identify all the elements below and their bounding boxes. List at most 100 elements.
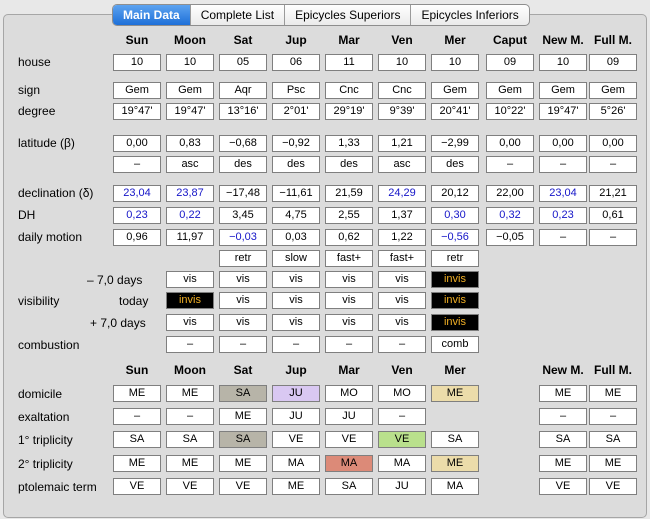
sign-cell: Aqr bbox=[219, 82, 267, 99]
house-cell: 06 bbox=[272, 54, 320, 71]
column-header: Mar bbox=[338, 363, 360, 377]
latitude-cell: 1,21 bbox=[378, 135, 426, 152]
lat-dir-cell: – bbox=[486, 156, 534, 173]
degree-cell: 20°41' bbox=[431, 103, 479, 120]
degree-cell: 19°47' bbox=[539, 103, 587, 120]
sign-cell: Gem bbox=[486, 82, 534, 99]
column-header: Sat bbox=[233, 33, 253, 47]
dh-cell: 0,61 bbox=[589, 207, 637, 224]
domicile-cell: MO bbox=[325, 385, 373, 402]
row-label-ptolemaic: ptolemaic term bbox=[18, 480, 97, 494]
trip1-cell: SA bbox=[219, 431, 267, 448]
exaltation-cell: ME bbox=[219, 408, 267, 425]
tab-bar: Main Data Complete List Epicycles Superior… bbox=[112, 4, 530, 26]
tab-epicycles-inferiors[interactable]: Epicycles Inferiors bbox=[410, 5, 528, 25]
sign-cell: Gem bbox=[113, 82, 161, 99]
house-cell: 09 bbox=[486, 54, 534, 71]
daily-cell: 0,03 bbox=[272, 229, 320, 246]
daily-cell: 0,96 bbox=[113, 229, 161, 246]
exaltation-cell: – bbox=[113, 408, 161, 425]
trip2-cell: ME bbox=[219, 455, 267, 472]
degree-cell: 19°47' bbox=[166, 103, 214, 120]
row-label-combustion: combustion bbox=[18, 338, 80, 352]
latitude-cell: −2,99 bbox=[431, 135, 479, 152]
row-label-exaltation: exaltation bbox=[18, 410, 70, 424]
dh-cell: 2,55 bbox=[325, 207, 373, 224]
exaltation-cell: JU bbox=[325, 408, 373, 425]
degree-cell: 13°16' bbox=[219, 103, 267, 120]
dh-cell: 3,45 bbox=[219, 207, 267, 224]
tab-complete-list[interactable]: Complete List bbox=[189, 5, 284, 25]
dh-cell: 4,75 bbox=[272, 207, 320, 224]
ptolemaic-cell: VE bbox=[589, 478, 637, 495]
sign-cell: Cnc bbox=[378, 82, 426, 99]
tab-epicycles-superiors[interactable]: Epicycles Superiors bbox=[284, 5, 410, 25]
house-cell: 09 bbox=[589, 54, 637, 71]
lat-dir-cell: asc bbox=[378, 156, 426, 173]
visibility-cell: vis bbox=[272, 271, 320, 288]
ptolemaic-cell: VE bbox=[219, 478, 267, 495]
daily-cell: – bbox=[539, 229, 587, 246]
combustion-cell: – bbox=[325, 336, 373, 353]
daily-cell: – bbox=[589, 229, 637, 246]
house-cell: 10 bbox=[113, 54, 161, 71]
sign-cell: Psc bbox=[272, 82, 320, 99]
combustion-cell: – bbox=[272, 336, 320, 353]
house-cell: 10 bbox=[431, 54, 479, 71]
daily-cell: −0,56 bbox=[431, 229, 479, 246]
sign-cell: Cnc bbox=[325, 82, 373, 99]
degree-cell: 2°01' bbox=[272, 103, 320, 120]
declination-cell: −17,48 bbox=[219, 185, 267, 202]
trip2-cell: MA bbox=[325, 455, 373, 472]
column-header: Sun bbox=[125, 363, 149, 377]
motion-state-cell: fast+ bbox=[378, 250, 426, 267]
declination-cell: 21,21 bbox=[589, 185, 637, 202]
row-label-declination: declination (δ) bbox=[18, 186, 94, 200]
exaltation-cell: – bbox=[166, 408, 214, 425]
lat-dir-cell: des bbox=[325, 156, 373, 173]
row-label-sign: sign bbox=[18, 83, 41, 97]
dh-cell: 0,23 bbox=[113, 207, 161, 224]
visibility-cell: vis bbox=[272, 292, 320, 309]
daily-cell: −0,03 bbox=[219, 229, 267, 246]
exaltation-cell: – bbox=[589, 408, 637, 425]
column-header: Mar bbox=[338, 33, 360, 47]
row-label-dh: DH bbox=[18, 208, 36, 222]
ptolemaic-cell: VE bbox=[539, 478, 587, 495]
column-header: Ven bbox=[391, 363, 413, 377]
row-label-today: today bbox=[119, 294, 149, 308]
degree-cell: 19°47' bbox=[113, 103, 161, 120]
sign-cell: Gem bbox=[589, 82, 637, 99]
latitude-cell: 0,00 bbox=[539, 135, 587, 152]
row-label-plus7: + 7,0 days bbox=[90, 316, 146, 330]
row-label-trip2: 2° triplicity bbox=[18, 457, 73, 471]
degree-cell: 29°19' bbox=[325, 103, 373, 120]
visibility-cell: vis bbox=[166, 314, 214, 331]
visibility-cell: vis bbox=[325, 292, 373, 309]
degree-cell: 5°26' bbox=[589, 103, 637, 120]
row-label-degree: degree bbox=[18, 104, 56, 118]
tab-main-data[interactable]: Main Data bbox=[113, 5, 190, 25]
visibility-cell: invis bbox=[431, 271, 479, 288]
column-header: Sun bbox=[125, 33, 149, 47]
degree-cell: 9°39' bbox=[378, 103, 426, 120]
row-label-visibility: visibility bbox=[18, 294, 60, 308]
ptolemaic-cell: SA bbox=[325, 478, 373, 495]
row-label-house: house bbox=[18, 55, 51, 69]
column-header: Full M. bbox=[594, 33, 632, 47]
column-header: Mer bbox=[444, 33, 466, 47]
lat-dir-cell: des bbox=[431, 156, 479, 173]
trip1-cell: VE bbox=[378, 431, 426, 448]
ptolemaic-cell: JU bbox=[378, 478, 426, 495]
house-cell: 05 bbox=[219, 54, 267, 71]
declination-cell: 21,59 bbox=[325, 185, 373, 202]
combustion-cell: – bbox=[378, 336, 426, 353]
sign-cell: Gem bbox=[431, 82, 479, 99]
dh-cell: 1,37 bbox=[378, 207, 426, 224]
latitude-cell: 0,83 bbox=[166, 135, 214, 152]
trip2-cell: ME bbox=[589, 455, 637, 472]
house-cell: 10 bbox=[378, 54, 426, 71]
exaltation-cell: – bbox=[378, 408, 426, 425]
domicile-cell: ME bbox=[166, 385, 214, 402]
column-header: Mer bbox=[444, 363, 466, 377]
